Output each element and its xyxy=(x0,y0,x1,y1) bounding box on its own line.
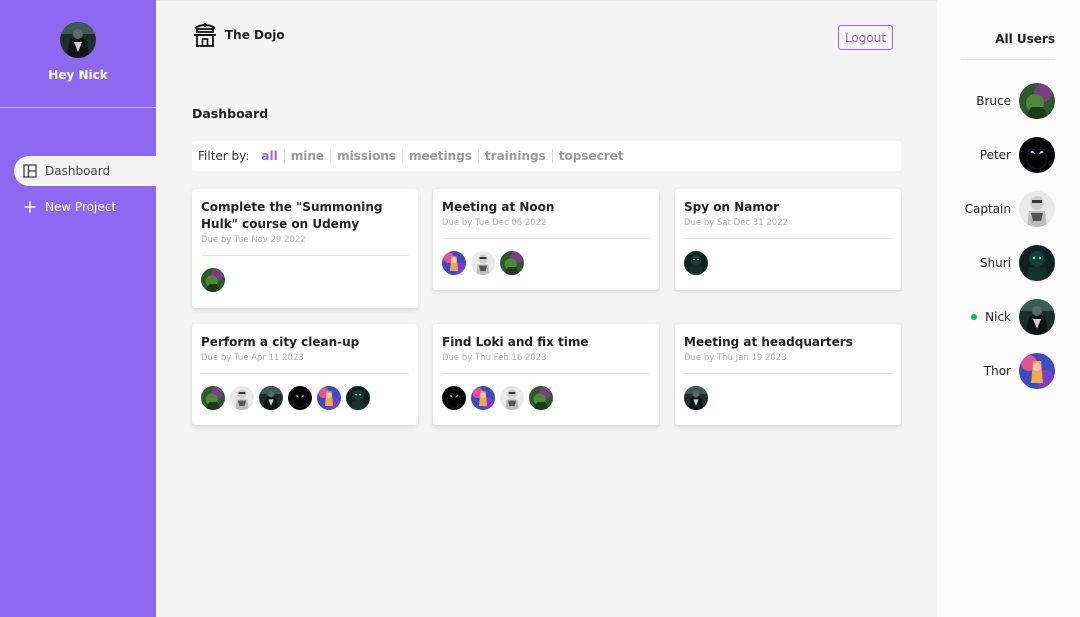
dashboard-icon xyxy=(23,164,37,178)
user-name: Nick xyxy=(985,310,1011,324)
logout-button[interactable]: Logout xyxy=(838,25,893,50)
nav-dashboard-label: Dashboard xyxy=(45,164,111,178)
avatar xyxy=(529,386,553,410)
user-name: Shuri xyxy=(979,256,1011,270)
avatar xyxy=(60,22,96,58)
temple-logo-icon xyxy=(194,23,216,47)
card-divider xyxy=(442,238,650,239)
assigned-users xyxy=(442,386,650,410)
sidebar: Hey Nick Dashboard New Project xyxy=(0,0,156,617)
project-due-date: Due by Thu Feb 16 2023 xyxy=(442,353,547,363)
brand[interactable]: The Dojo xyxy=(192,22,285,48)
avatar xyxy=(471,251,495,275)
assigned-users xyxy=(684,251,892,275)
avatar xyxy=(1019,353,1055,389)
assigned-users xyxy=(201,386,409,410)
card-divider xyxy=(684,238,892,239)
project-title: Complete the "Summoning Hulk" course on … xyxy=(201,200,383,231)
user-row-thor: Thor xyxy=(984,353,1055,389)
nav-new-project[interactable]: New Project xyxy=(14,192,156,222)
users-panel: All Users Bruce Peter Captain Shuri Nick… xyxy=(937,0,1080,617)
main-content: The Dojo Logout Dashboard Filter by: all… xyxy=(156,0,937,617)
avatar xyxy=(500,386,524,410)
user-row-captain: Captain xyxy=(965,191,1055,227)
user-row-peter: Peter xyxy=(980,137,1055,173)
avatar xyxy=(288,386,312,410)
avatar xyxy=(1019,299,1055,335)
sidebar-nav: Dashboard New Project xyxy=(0,156,156,222)
project-title: Find Loki and fix time xyxy=(442,335,589,349)
filter-option-all[interactable]: all xyxy=(255,149,285,163)
filter-option-missions[interactable]: missions xyxy=(331,149,404,163)
avatar xyxy=(1019,83,1055,119)
assigned-users xyxy=(684,386,892,410)
user-name: Thor xyxy=(983,364,1011,378)
project-title: Spy on Namor xyxy=(684,200,780,214)
avatar xyxy=(317,386,341,410)
top-navbar: The Dojo Logout xyxy=(192,22,893,54)
project-title: Meeting at Noon xyxy=(442,200,555,214)
nav-dashboard[interactable]: Dashboard xyxy=(14,156,156,186)
filter-option-meetings[interactable]: meetings xyxy=(403,149,479,163)
avatar xyxy=(1019,191,1055,227)
avatar xyxy=(500,251,524,275)
avatar xyxy=(1019,137,1055,173)
users-panel-title: All Users xyxy=(961,32,1055,60)
online-status-dot xyxy=(971,314,978,320)
avatar xyxy=(471,386,495,410)
card-divider xyxy=(684,373,892,374)
avatar xyxy=(346,386,370,410)
greeting: Hey Nick xyxy=(48,68,108,82)
project-card[interactable]: Meeting at headquarters Due by Thu Jan 1… xyxy=(675,324,901,425)
filter-option-mine[interactable]: mine xyxy=(285,149,332,163)
user-row-nick: Nick xyxy=(971,299,1055,335)
card-divider xyxy=(442,373,650,374)
filter-option-topsecret[interactable]: topsecret xyxy=(553,149,630,163)
project-due-date: Due by Thu Jan 19 2023 xyxy=(684,353,787,363)
project-title: Perform a city clean-up xyxy=(201,335,360,349)
project-filter: Filter by: all mine missions meetings tr… xyxy=(192,141,901,171)
project-card[interactable]: Complete the "Summoning Hulk" course on … xyxy=(192,189,418,308)
sidebar-user: Hey Nick xyxy=(0,0,156,108)
project-card[interactable]: Spy on Namor Due by Sat Dec 31 2022 xyxy=(675,189,901,290)
user-row-bruce: Bruce xyxy=(976,83,1055,119)
project-due-date: Due by Tue Dec 06 2022 xyxy=(442,218,547,228)
project-due-date: Due by Sat Dec 31 2022 xyxy=(684,218,788,228)
plus-icon xyxy=(23,200,37,214)
project-card[interactable]: Find Loki and fix time Due by Thu Feb 16… xyxy=(433,324,659,425)
card-divider xyxy=(201,373,409,374)
project-title: Meeting at headquarters xyxy=(684,335,853,349)
filter-label: Filter by: xyxy=(198,149,250,163)
avatar xyxy=(259,386,283,410)
project-card[interactable]: Meeting at Noon Due by Tue Dec 06 2022 xyxy=(433,189,659,290)
project-due-date: Due by Tue Nov 29 2022 xyxy=(201,235,306,245)
card-divider xyxy=(201,255,409,256)
user-name: Peter xyxy=(979,148,1011,162)
avatar xyxy=(201,268,225,292)
project-card[interactable]: Perform a city clean-up Due by Tue Apr 1… xyxy=(192,324,418,425)
project-due-date: Due by Tue Apr 11 2023 xyxy=(201,353,304,363)
assigned-users xyxy=(442,251,650,275)
avatar xyxy=(442,251,466,275)
brand-name: The Dojo xyxy=(225,28,285,42)
page-title: Dashboard xyxy=(192,106,269,121)
avatar xyxy=(230,386,254,410)
filter-option-trainings[interactable]: trainings xyxy=(479,149,553,163)
assigned-users xyxy=(201,268,409,292)
avatar xyxy=(1019,245,1055,281)
user-row-shuri: Shuri xyxy=(980,245,1055,281)
avatar xyxy=(684,386,708,410)
nav-new-project-label: New Project xyxy=(45,200,117,214)
avatar xyxy=(442,386,466,410)
avatar xyxy=(201,386,225,410)
avatar xyxy=(684,251,708,275)
user-name: Captain xyxy=(964,202,1011,216)
user-name: Bruce xyxy=(976,94,1011,108)
